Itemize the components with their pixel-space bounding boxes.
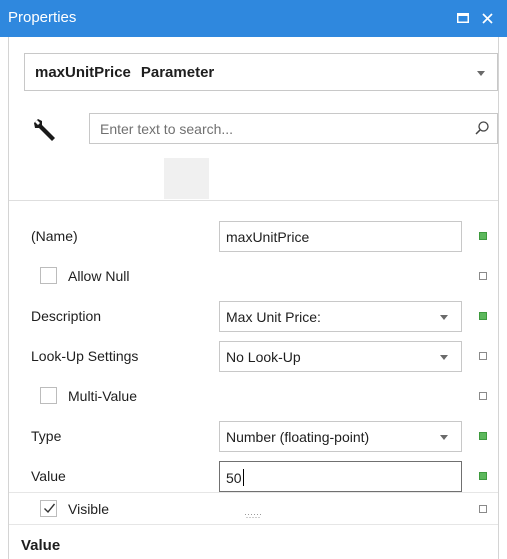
modified-marker[interactable]	[479, 432, 487, 440]
default-marker[interactable]	[479, 272, 487, 280]
allow-null-checkbox[interactable]	[40, 267, 57, 284]
chevron-down-icon	[440, 435, 448, 440]
divider	[9, 200, 498, 201]
panel-title: Properties	[8, 9, 77, 26]
chevron-down-icon	[440, 315, 448, 320]
property-label: Allow Null	[68, 268, 130, 284]
properties-tab-indicator[interactable]	[164, 158, 209, 199]
property-value: 50	[226, 469, 244, 486]
restore-icon[interactable]	[452, 6, 474, 30]
property-label: Look-Up Settings	[31, 348, 139, 364]
close-icon[interactable]	[476, 6, 498, 30]
search-input[interactable]	[98, 119, 458, 139]
search-icon[interactable]	[474, 120, 490, 139]
default-marker[interactable]	[479, 392, 487, 400]
object-selector-dropdown[interactable]: maxUnitPrice Parameter	[24, 53, 498, 91]
properties-panel: maxUnitPrice Parameter (Name) maxUnitPric…	[8, 37, 499, 559]
property-value: No Look-Up	[226, 349, 301, 365]
name-input[interactable]: maxUnitPrice	[219, 221, 462, 252]
property-row-allow-null: Allow Null	[9, 256, 498, 296]
divider	[9, 492, 498, 493]
property-label: (Name)	[31, 228, 78, 244]
selected-object-name: maxUnitPrice	[35, 64, 131, 81]
text-caret	[242, 469, 244, 486]
property-row-type: Type Number (floating-point)	[9, 416, 498, 456]
property-row-value: Value 50	[9, 456, 498, 496]
description-dropdown[interactable]: Max Unit Price:	[219, 301, 462, 332]
property-row-description: Description Max Unit Price:	[9, 296, 498, 336]
property-value: Max Unit Price:	[226, 309, 321, 325]
wrench-icon[interactable]	[31, 117, 59, 146]
property-value: maxUnitPrice	[226, 229, 310, 245]
divider	[9, 524, 498, 525]
lookup-settings-dropdown[interactable]: No Look-Up	[219, 341, 462, 372]
value-text: 50	[226, 470, 242, 486]
multi-value-checkbox[interactable]	[40, 387, 57, 404]
selected-object-type: Parameter	[140, 64, 215, 81]
property-label: Type	[31, 428, 62, 444]
property-label: Description	[31, 308, 102, 324]
property-row-lookup-settings: Look-Up Settings No Look-Up	[9, 336, 498, 376]
default-marker[interactable]	[479, 352, 487, 360]
chevron-down-icon	[477, 71, 485, 76]
property-label: Value	[31, 468, 66, 484]
modified-marker[interactable]	[479, 312, 487, 320]
modified-marker[interactable]	[479, 472, 487, 480]
description-title: Value	[21, 537, 61, 554]
grip-icon[interactable]	[245, 506, 263, 522]
type-dropdown[interactable]: Number (floating-point)	[219, 421, 462, 452]
value-input[interactable]: 50	[219, 461, 462, 492]
selected-object: maxUnitPrice Parameter	[35, 64, 214, 81]
property-row-name: (Name) maxUnitPrice	[9, 216, 498, 256]
chevron-down-icon	[440, 355, 448, 360]
property-label: Multi-Value	[68, 388, 137, 404]
property-row-multi-value: Multi-Value	[9, 376, 498, 416]
search-field[interactable]	[89, 113, 498, 144]
title-bar: Properties	[0, 0, 507, 37]
property-value: Number (floating-point)	[226, 429, 370, 445]
modified-marker[interactable]	[479, 232, 487, 240]
